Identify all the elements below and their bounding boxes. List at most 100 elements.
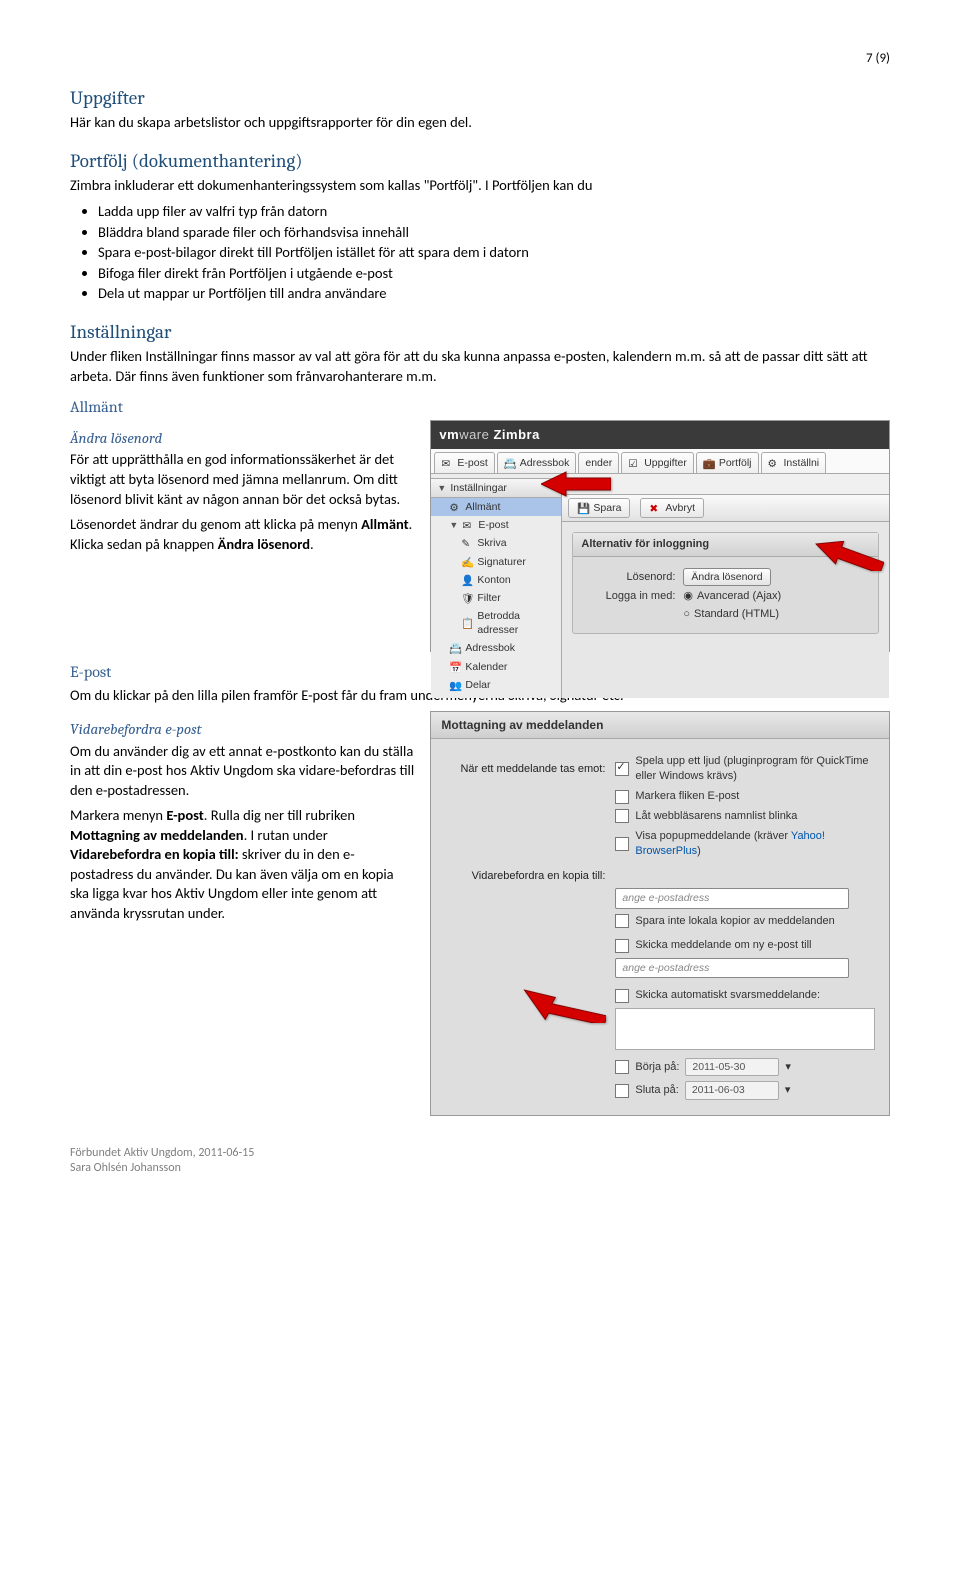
main-tabs: ✉E-post 📇Adressbok ender ☑Uppgifter 💼Por… <box>431 449 889 474</box>
tab-label: E-post <box>457 456 487 470</box>
sidebar-item-epost[interactable]: ▼✉E-post <box>431 516 561 534</box>
para-andra-1: För att upprätthålla en god informations… <box>70 450 414 509</box>
sidebar-label: Delar <box>465 678 490 692</box>
checkbox-notify[interactable] <box>615 939 629 953</box>
start-date-input[interactable]: 2011-05-30 <box>685 1058 779 1076</box>
tab-uppgifter[interactable]: ☑Uppgifter <box>621 452 694 473</box>
para-uppgifter: Här kan du skapa arbetslistor och uppgif… <box>70 113 890 133</box>
sidebar-label: Allmänt <box>465 500 500 514</box>
calendar-icon: 📅 <box>449 661 461 673</box>
sidebar-item-betrodda[interactable]: 📋 Betrodda adresser <box>431 607 561 639</box>
checkbox-mark-tab[interactable] <box>615 790 629 804</box>
logo-zimbra: Zimbra <box>489 427 539 442</box>
cancel-button[interactable]: ✖Avbryt <box>640 498 704 518</box>
screenshot-zimbra-settings: vmware Zimbra ✉E-post 📇Adressbok ender ☑… <box>430 420 890 652</box>
list-item: Dela ut mappar ur Portföljen till andra … <box>98 284 890 304</box>
sidebar-item-konton[interactable]: 👤Konton <box>431 571 561 589</box>
checkbox-no-local[interactable] <box>615 914 629 928</box>
portfolj-list: Ladda upp filer av valfri typ från dator… <box>98 202 890 304</box>
checkbox-autoreply[interactable] <box>615 989 629 1003</box>
share-icon: 👥 <box>449 679 461 691</box>
checkbox-start[interactable] <box>615 1060 629 1074</box>
checkbox-label: Skicka meddelande om ny e-post till <box>635 938 811 953</box>
radio-label: Avancerad (Ajax) <box>697 589 781 604</box>
heading-uppgifter: Uppgifter <box>70 86 890 112</box>
chevron-down-icon[interactable]: ▾ <box>785 1060 791 1075</box>
sidebar-title: Inställningar <box>450 481 507 495</box>
list-item: Spara e-post-bilagor direkt till Portföl… <box>98 243 890 263</box>
expand-icon[interactable]: ▼ <box>449 519 458 531</box>
sidebar-label: Filter <box>477 591 500 605</box>
label-borja: Börja på: <box>635 1060 679 1075</box>
addressbook-icon: 📇 <box>449 642 461 654</box>
autoreply-textarea[interactable] <box>615 1008 875 1050</box>
sidebar-label: Signaturer <box>477 555 525 569</box>
chevron-down-icon[interactable]: ▾ <box>785 1083 791 1098</box>
tasks-icon: ☑ <box>628 457 640 469</box>
para-portfolj-intro: Zimbra inkluderar ett dokumenhanteringss… <box>70 176 890 196</box>
red-arrow-icon <box>516 987 606 1023</box>
red-arrow-icon <box>541 469 611 499</box>
footer-line-1: Förbundet Aktiv Ungdom, 2011-06-15 <box>70 1146 890 1162</box>
logo-vm: vm <box>439 427 459 442</box>
list-item: Bifoga filer direkt från Portföljen i ut… <box>98 264 890 284</box>
text: . <box>310 535 314 553</box>
sidebar-item-kalender[interactable]: 📅 Kalender <box>431 658 561 676</box>
sidebar-item-filter[interactable]: 🛡Filter <box>431 589 561 607</box>
radio-icon: ◉ <box>683 589 693 604</box>
button-label: Spara <box>593 501 621 515</box>
page-number: 7 (9) <box>70 50 890 68</box>
sidebar-label: E-post <box>478 518 508 532</box>
heading-vidarebefordra: Vidarebefordra e-post <box>70 719 414 739</box>
list-item: Bläddra bland sparade filer och förhands… <box>98 223 890 243</box>
checkbox-label: Markera fliken E-post <box>635 789 739 804</box>
settings-sidebar: ▼ Inställningar ⚙Allmänt ▼✉E-post ✎Skriva… <box>431 474 562 698</box>
para-vidare-1: Om du använder dig av ett annat e-postko… <box>70 742 414 801</box>
logo-ware: ware <box>459 427 489 442</box>
radio-standard[interactable]: ○Standard (HTML) <box>683 607 779 622</box>
text: Markera menyn <box>70 806 166 824</box>
sidebar-label: Adressbok <box>465 641 515 655</box>
sidebar-item-delar[interactable]: 👥 Delar <box>431 676 561 694</box>
radio-advanced[interactable]: ◉ Avancerad (Ajax) <box>683 589 781 604</box>
forward-address-input[interactable]: ange e-postadress <box>615 888 849 908</box>
end-date-input[interactable]: 2011-06-03 <box>685 1081 779 1099</box>
gear-icon: ⚙ <box>768 457 780 469</box>
text-bold: E-post <box>166 806 203 824</box>
para-andra-2: Lösenordet ändrar du genom att klicka på… <box>70 515 414 554</box>
sidebar-label: Kalender <box>465 660 507 674</box>
checkbox-label: Låt webbläsarens namnlist blinka <box>635 809 797 824</box>
checkbox-sound[interactable] <box>615 762 629 776</box>
heading-installningar: Inställningar <box>70 320 890 346</box>
radio-icon: ○ <box>683 607 690 622</box>
tab-epost[interactable]: ✉E-post <box>434 452 494 473</box>
checkbox-popup[interactable] <box>615 837 629 851</box>
label-logga-in: Logga in med: <box>585 589 675 604</box>
sidebar-item-adressbok[interactable]: 📇 Adressbok <box>431 639 561 657</box>
sidebar-item-skriva[interactable]: ✎Skriva <box>431 534 561 552</box>
signature-icon: ✍ <box>461 556 473 568</box>
para-installningar: Under fliken Inställningar finns massor … <box>70 347 890 386</box>
label-losenord: Lösenord: <box>585 570 675 585</box>
red-arrow-icon <box>814 541 884 571</box>
tab-portfolj[interactable]: 💼Portfölj <box>696 452 759 473</box>
heading-allmant: Allmänt <box>70 397 890 419</box>
footer-line-2: Sara Ohlsén Johansson <box>70 1161 890 1177</box>
checkbox-label: Spela upp ett ljud (pluginprogram för Qu… <box>635 754 875 784</box>
collapse-icon[interactable]: ▼ <box>437 482 446 494</box>
checkbox-label: Visa popupmeddelande (kräver Yahoo! Brow… <box>635 829 875 859</box>
checkbox-blink[interactable] <box>615 809 629 823</box>
tab-installningar[interactable]: ⚙ Inställni <box>761 452 827 473</box>
save-button[interactable]: 💾Spara <box>568 498 630 518</box>
sidebar-item-signaturer[interactable]: ✍ Signaturer <box>431 553 561 571</box>
text-bold: Vidarebefordra en kopia till: <box>70 845 239 863</box>
tab-label: Portfölj <box>719 456 752 470</box>
trusted-icon: 📋 <box>461 617 473 629</box>
change-password-button[interactable]: Ändra lösenord <box>683 568 770 586</box>
checkbox-end[interactable] <box>615 1084 629 1098</box>
sidebar-item-allmant[interactable]: ⚙Allmänt <box>431 498 561 516</box>
tab-label: Inställni <box>784 456 820 470</box>
sidebar-label: Betrodda adresser <box>477 609 555 637</box>
tab-label: Adressbok <box>520 456 570 470</box>
notify-address-input[interactable]: ange e-postadress <box>615 958 849 978</box>
